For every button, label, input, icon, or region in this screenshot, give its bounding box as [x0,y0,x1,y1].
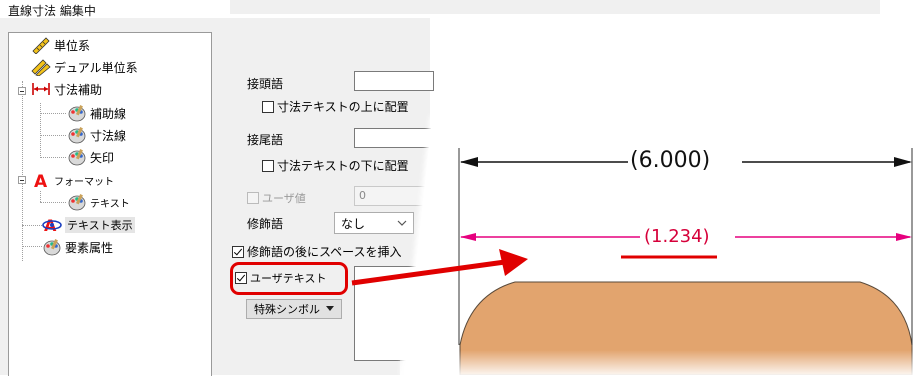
dimension-text-top: (6.000) [630,148,711,173]
dimension-text-bottom: (1.234) [644,226,710,247]
dimension-preview [351,112,923,375]
